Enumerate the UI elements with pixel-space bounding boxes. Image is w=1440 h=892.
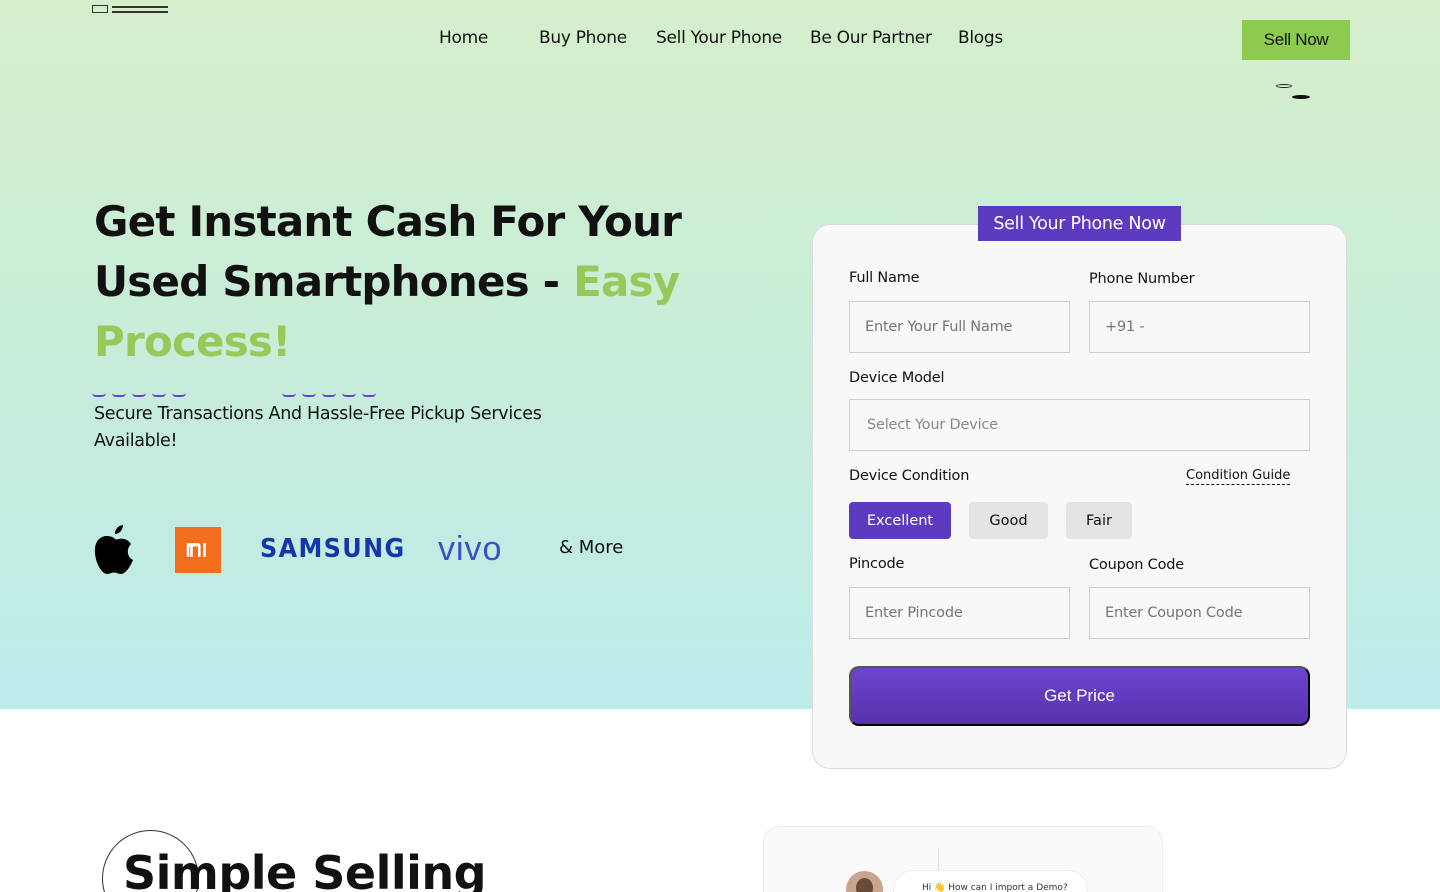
pincode-label: Pincode	[849, 556, 905, 572]
device-model-select[interactable]: Select Your Device	[849, 399, 1310, 451]
full-name-label: Full Name	[849, 270, 920, 286]
coupon-code-label: Coupon Code	[1089, 557, 1184, 573]
phone-number-label: Phone Number	[1089, 271, 1195, 287]
hero-headline: Get Instant Cash For Your Used Smartphon…	[94, 192, 694, 372]
decorative-dot	[1292, 95, 1310, 99]
pincode-input[interactable]	[849, 587, 1070, 639]
nav-blogs[interactable]: Blogs	[958, 28, 1003, 48]
vivo-logo: vivo	[438, 530, 503, 568]
device-condition-label: Device Condition	[849, 468, 970, 484]
main-nav: Home Buy Phone Sell Your Phone Be Our Pa…	[0, 28, 1440, 52]
condition-guide-link[interactable]: Condition Guide	[1186, 468, 1291, 485]
more-brands-label: & More	[559, 537, 624, 558]
decorative-ring	[1276, 84, 1292, 88]
section-title: Simple Selling	[123, 846, 487, 892]
squiggle-decoration-right	[282, 393, 376, 399]
nav-buy-phone[interactable]: Buy Phone	[539, 28, 627, 48]
site-logo[interactable]	[92, 4, 168, 14]
hero-subtext: Secure Transactions And Hassle-Free Pick…	[94, 404, 542, 451]
device-model-label: Device Model	[849, 370, 945, 386]
full-name-input[interactable]	[849, 301, 1070, 353]
nav-home[interactable]: Home	[439, 28, 488, 48]
condition-fair[interactable]: Fair	[1066, 502, 1132, 539]
squiggle-decoration-left	[92, 393, 186, 399]
condition-excellent[interactable]: Excellent	[849, 502, 951, 539]
nav-be-our-partner[interactable]: Be Our Partner	[810, 28, 932, 48]
coupon-code-input[interactable]	[1089, 587, 1310, 639]
apple-logo-icon	[92, 522, 136, 576]
get-price-button[interactable]: Get Price	[849, 666, 1310, 726]
nav-sell-your-phone[interactable]: Sell Your Phone	[656, 28, 782, 48]
sell-now-button[interactable]: Sell Now	[1242, 20, 1350, 60]
form-title-tag: Sell Your Phone Now	[978, 206, 1181, 241]
mi-logo-icon	[175, 527, 221, 573]
chat-bubble: Hi 👋 How can I import a Demo?	[893, 870, 1088, 892]
phone-number-input[interactable]	[1089, 301, 1310, 353]
condition-good[interactable]: Good	[969, 502, 1048, 539]
samsung-logo: SAMSUNG	[260, 534, 406, 564]
